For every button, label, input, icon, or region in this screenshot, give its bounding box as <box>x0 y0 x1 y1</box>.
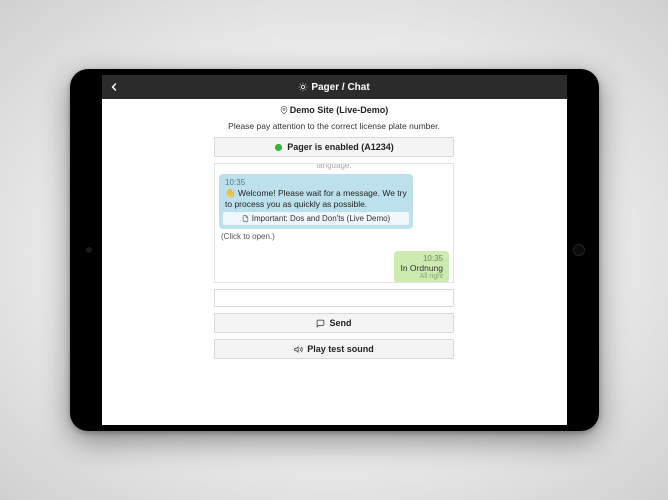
send-label: Send <box>329 318 351 328</box>
send-button[interactable]: Send <box>214 313 454 333</box>
msg-body: 👋 Welcome! Please wait for a message. We… <box>225 188 407 209</box>
msg-translation: All right <box>400 273 443 280</box>
send-icon <box>316 319 325 328</box>
compose-input[interactable] <box>214 289 454 307</box>
site-line: Demo Site (Live-Demo) <box>280 105 389 115</box>
attachment-strip[interactable]: Important: Dos and Don'ts (Live Demo) <box>223 212 409 225</box>
pager-status-text: Pager is enabled (A1234) <box>287 142 394 152</box>
speaker-icon <box>294 345 303 354</box>
app-screen: Pager / Chat Demo Site (Live-Demo) Pleas… <box>102 75 567 425</box>
play-test-sound-button[interactable]: Play test sound <box>214 339 454 359</box>
msg-time: 10:35 <box>225 178 407 187</box>
click-to-open-hint: (Click to open.) <box>221 232 453 241</box>
chat-truncated-hint: language. <box>215 163 453 170</box>
top-bar: Pager / Chat <box>102 75 567 99</box>
msg-body: In Ordnung <box>400 263 443 273</box>
play-sound-label: Play test sound <box>307 344 374 354</box>
chat-scroll-area[interactable]: language. 10:35 👋 Welcome! Please wait f… <box>214 163 454 283</box>
status-dot-icon <box>274 143 283 152</box>
pager-icon <box>298 82 308 92</box>
hint-text: Please pay attention to the correct lice… <box>228 121 440 131</box>
chat-message-sent: 10:35 In Ordnung All right <box>394 251 449 283</box>
pager-status-pill: Pager is enabled (A1234) <box>214 137 454 157</box>
page-title: Pager / Chat <box>120 82 549 93</box>
tablet-frame: Pager / Chat Demo Site (Live-Demo) Pleas… <box>70 69 599 431</box>
back-icon[interactable] <box>108 81 120 93</box>
site-label: Demo Site (Live-Demo) <box>290 105 389 115</box>
location-icon <box>280 106 288 114</box>
document-icon <box>242 215 249 222</box>
chat-message-received: 10:35 👋 Welcome! Please wait for a messa… <box>219 174 413 229</box>
content-area: Demo Site (Live-Demo) Please pay attenti… <box>102 99 567 425</box>
msg-time: 10:35 <box>400 254 443 263</box>
page-title-text: Pager / Chat <box>311 82 369 93</box>
attachment-label: Important: Dos and Don'ts (Live Demo) <box>252 214 390 223</box>
